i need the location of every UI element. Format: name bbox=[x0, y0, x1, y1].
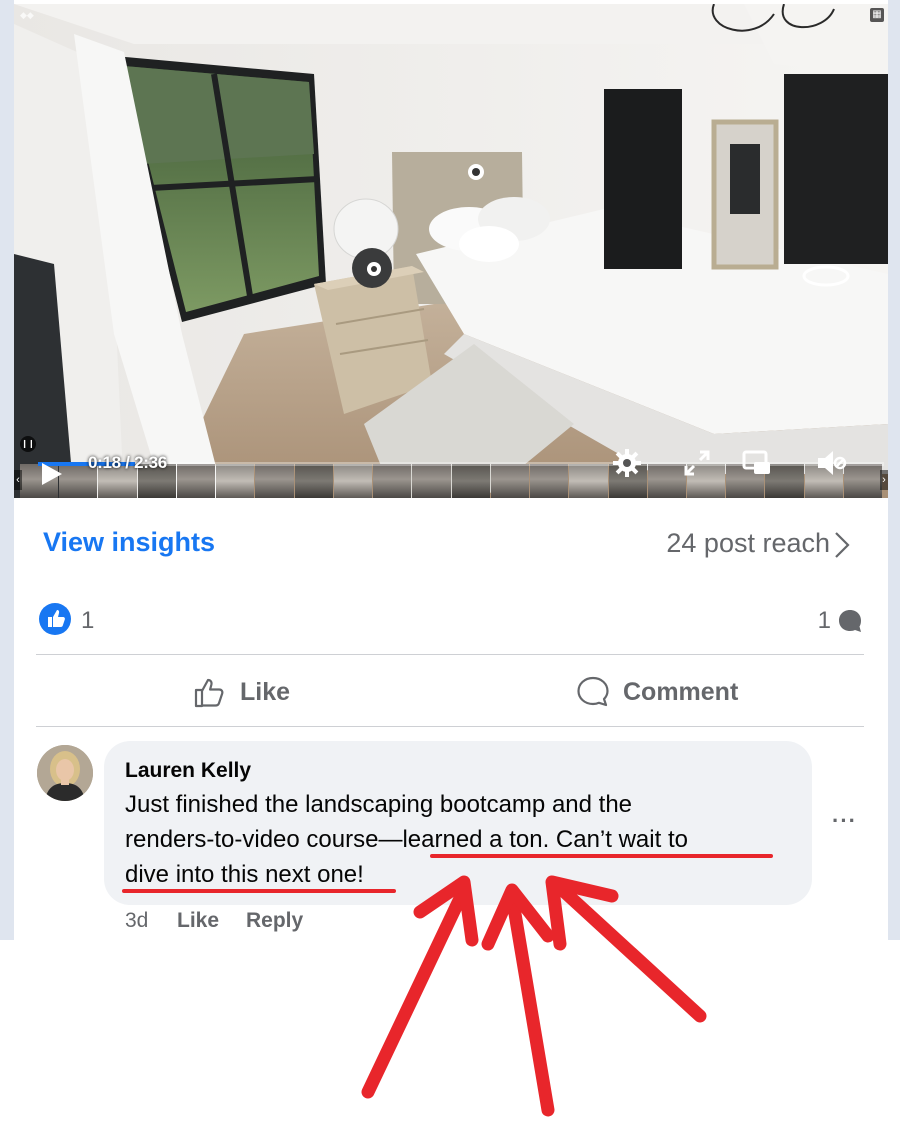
picture-in-picture-icon[interactable] bbox=[740, 446, 774, 480]
post-card: ◆◆ ▦ ❙❙ ‹ › 0:18 / 2:36 View insights 24… bbox=[0, 0, 900, 940]
bedroom-render-frame bbox=[14, 4, 888, 498]
play-icon[interactable] bbox=[36, 460, 66, 488]
strip-right-arrow-icon[interactable]: › bbox=[880, 470, 888, 490]
like-reaction-icon[interactable] bbox=[39, 603, 71, 635]
settings-gear-icon[interactable] bbox=[610, 446, 644, 480]
fullscreen-icon[interactable] bbox=[680, 446, 714, 480]
mini-pause-icon[interactable]: ❙❙ bbox=[20, 436, 36, 452]
view-insights-link[interactable]: View insights bbox=[43, 527, 215, 558]
like-count: 1 bbox=[81, 607, 95, 634]
like-button-label: Like bbox=[240, 677, 291, 706]
post-reach[interactable]: 24 post reach bbox=[666, 528, 830, 559]
like-button[interactable]: Like bbox=[192, 668, 290, 716]
comment-author[interactable]: Lauren Kelly bbox=[125, 759, 251, 783]
avatar[interactable] bbox=[37, 745, 93, 801]
video-time: 0:18 / 2:36 bbox=[88, 453, 167, 472]
corner-expand-icon[interactable]: ▦ bbox=[870, 8, 884, 22]
video-player[interactable]: ◆◆ ▦ ❙❙ ‹ › 0:18 / 2:36 bbox=[14, 4, 888, 498]
comment-age[interactable]: 3d bbox=[125, 909, 148, 933]
reactions-divider bbox=[36, 654, 864, 655]
comment-text-highlight: learned a ton. Can’t wait to bbox=[402, 826, 688, 853]
comment-reply-button[interactable]: Reply bbox=[246, 909, 303, 933]
player-logo: ◆◆ bbox=[20, 10, 34, 20]
comment-icon bbox=[577, 676, 609, 707]
comment-bubble-icon bbox=[839, 610, 861, 632]
card-edge-left bbox=[0, 0, 14, 940]
strip-left-arrow-icon[interactable]: ‹ bbox=[14, 470, 22, 490]
comment-text-plain: renders-to-video course— bbox=[125, 826, 403, 853]
volume-icon[interactable] bbox=[814, 446, 848, 480]
comment-text-line-2: renders-to-video course—learned a ton. C… bbox=[125, 826, 688, 854]
comment-text-line-1: Just finished the landscaping bootcamp a… bbox=[125, 791, 633, 818]
comment-text-line-3: dive into this next one! bbox=[125, 861, 364, 888]
card-edge-right bbox=[888, 0, 900, 940]
thumbs-up-icon bbox=[194, 678, 224, 708]
video-controls: ‹ › 0:18 / 2:36 bbox=[14, 449, 888, 498]
comment-button[interactable]: Comment bbox=[575, 668, 738, 716]
chevron-right-icon[interactable] bbox=[832, 530, 852, 560]
comment-button-label: Comment bbox=[623, 677, 739, 706]
comment-count[interactable]: 1 bbox=[818, 607, 831, 635]
actions-divider bbox=[36, 726, 864, 727]
comment-like-button[interactable]: Like bbox=[177, 909, 219, 933]
comment-more-button[interactable]: ··· bbox=[832, 808, 857, 834]
